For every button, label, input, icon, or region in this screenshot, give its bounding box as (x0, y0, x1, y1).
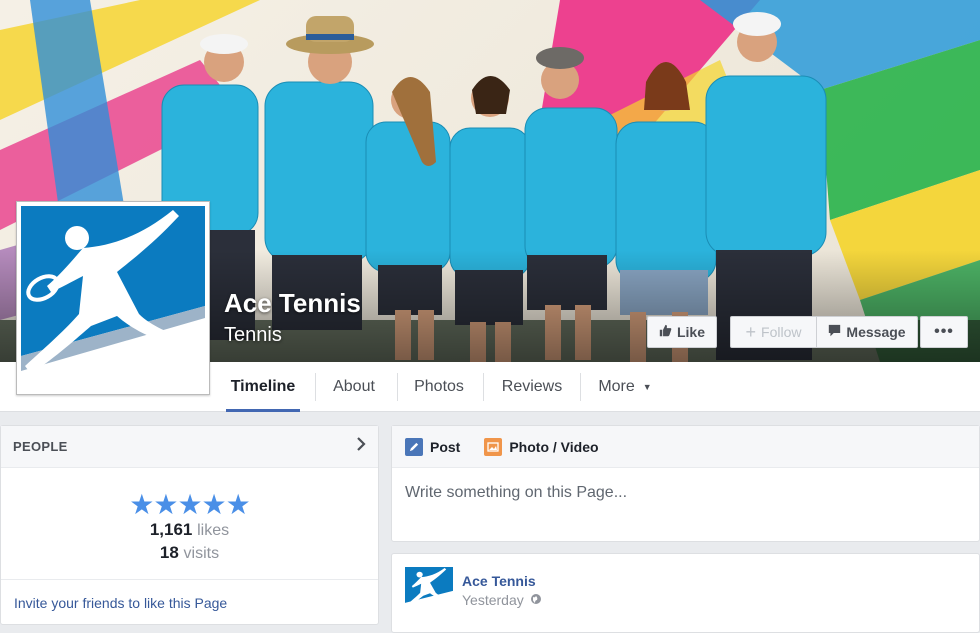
like-label: Like (676, 324, 705, 340)
post-meta: Yesterday (462, 592, 542, 608)
message-label: Message (846, 324, 906, 340)
tab-timeline[interactable]: Timeline (226, 362, 300, 412)
message-icon (828, 324, 841, 340)
visits-count: 18 (159, 543, 179, 562)
tab-photos[interactable]: Photos (404, 362, 474, 412)
likes-stat: 1,161 likes (1, 520, 378, 540)
message-button[interactable]: Message (816, 316, 918, 348)
tab-divider (397, 373, 398, 401)
people-header[interactable]: PEOPLE (1, 426, 378, 468)
photo-video-tab[interactable]: Photo / Video (484, 437, 599, 456)
pencil-icon (405, 437, 423, 456)
plus-icon: + (745, 322, 757, 342)
feed-post: Ace Tennis Yesterday (391, 553, 980, 633)
likes-count: 1,161 (149, 520, 193, 539)
page-name[interactable]: Ace Tennis (224, 288, 361, 319)
globe-icon[interactable] (530, 592, 542, 608)
tab-divider (483, 373, 484, 401)
tab-more-label: More (598, 378, 635, 395)
visits-label: visits (183, 545, 220, 562)
chevron-right-icon[interactable] (356, 437, 366, 456)
post-tab[interactable]: Post (405, 437, 461, 456)
photo-video-tab-label: Photo / Video (509, 438, 599, 455)
thumbs-up-icon (659, 324, 672, 340)
tab-about[interactable]: About (322, 362, 386, 412)
tab-reviews[interactable]: Reviews (490, 362, 574, 412)
more-actions-button[interactable]: ••• (920, 316, 968, 348)
visits-stat: 18 visits (1, 543, 378, 563)
invite-friends-link[interactable]: Invite your friends to like this Page (1, 579, 378, 625)
page-category[interactable]: Tennis (224, 324, 282, 347)
tab-divider (315, 373, 316, 401)
rating-stars[interactable]: ★★★★★ (1, 488, 378, 521)
post-composer: Post Photo / Video Write something on th… (391, 425, 980, 542)
tab-divider (580, 373, 581, 401)
profile-picture[interactable] (16, 201, 210, 395)
post-avatar[interactable] (405, 567, 453, 611)
composer-tabs: Post Photo / Video (392, 426, 979, 468)
like-button[interactable]: Like (647, 316, 717, 348)
photo-icon (484, 437, 503, 456)
tennis-logo-icon (21, 206, 205, 390)
likes-label: likes (197, 522, 230, 539)
follow-button[interactable]: + Follow (730, 316, 817, 348)
dropdown-arrow-icon: ▼ (642, 382, 652, 392)
post-author[interactable]: Ace Tennis (462, 573, 536, 589)
tab-more[interactable]: More ▼ (590, 362, 660, 412)
follow-label: Follow (761, 324, 802, 340)
people-card: PEOPLE ★★★★★ 1,161 likes 18 visits Invit… (0, 425, 379, 625)
people-title: PEOPLE (13, 439, 68, 454)
post-tab-label: Post (430, 438, 461, 455)
composer-input[interactable]: Write something on this Page... (405, 484, 627, 502)
post-timestamp[interactable]: Yesterday (462, 592, 524, 608)
